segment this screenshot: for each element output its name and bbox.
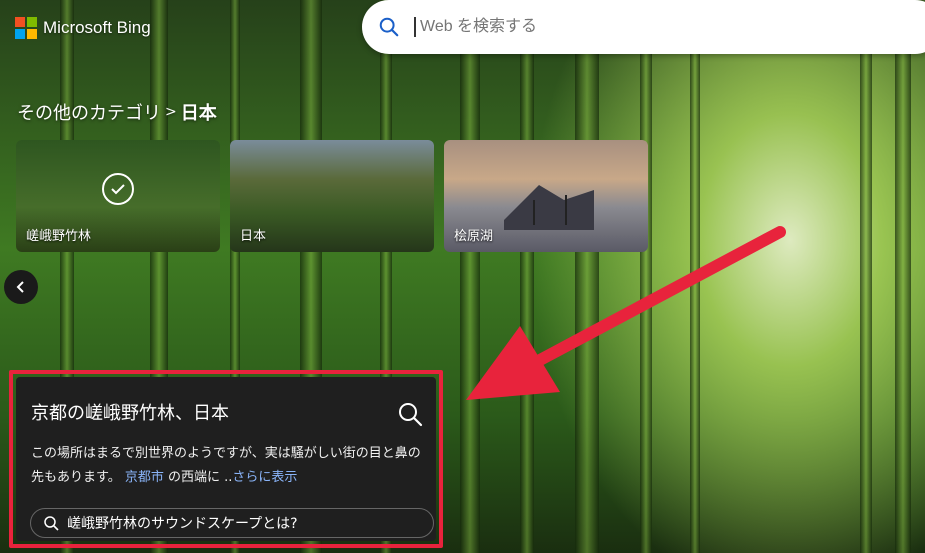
image-info-card: 京都の嵯峨野竹林、日本 この場所はまるで別世界のようですが、実は騒がしい街の目と… — [16, 377, 436, 541]
kyoto-link[interactable]: 京都市 — [125, 470, 164, 485]
info-title[interactable]: 京都の嵯峨野竹林、日本 — [31, 399, 229, 425]
desc-text-2: の西端に .. — [163, 470, 233, 485]
info-description: この場所はまるで別世界のようですが、実は騒がしい街の目と鼻の先もあります。 京都… — [31, 442, 431, 490]
related-question-text: 嵯峨野竹林のサウンドスケープとは? — [67, 516, 298, 532]
related-question-pill[interactable]: 嵯峨野竹林のサウンドスケープとは? — [30, 508, 434, 538]
search-icon[interactable] — [397, 401, 423, 427]
show-more-link[interactable]: さらに表示 — [232, 470, 297, 485]
search-icon — [44, 516, 59, 531]
